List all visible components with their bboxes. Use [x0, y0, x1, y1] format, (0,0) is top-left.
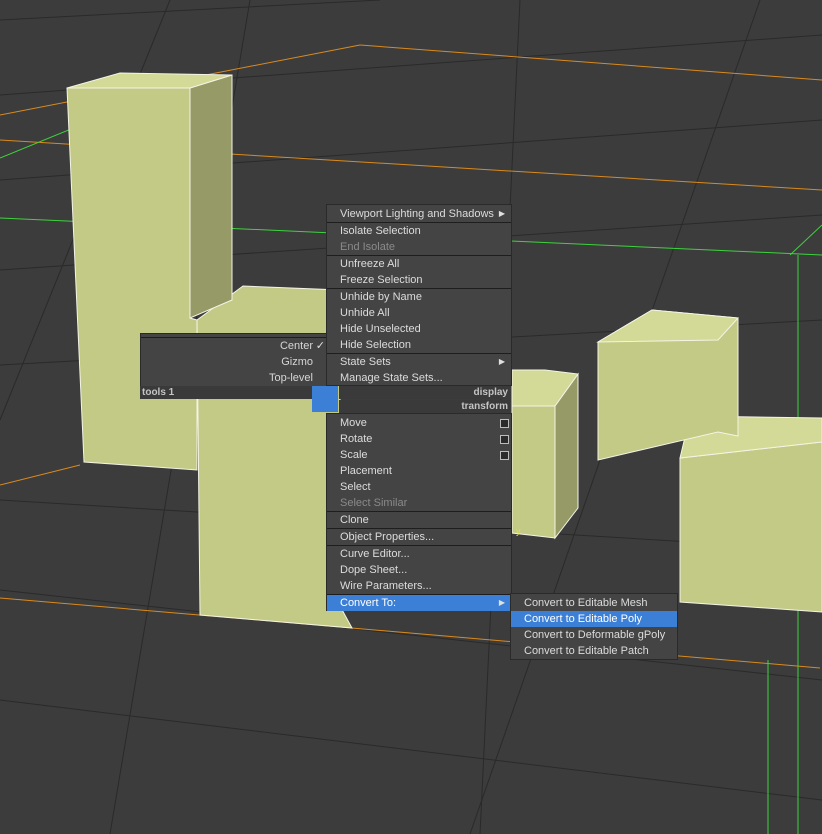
menu-item-object-properties[interactable]: Object Properties...	[327, 529, 511, 545]
menu-item-gizmo[interactable]: Gizmo	[141, 354, 327, 370]
menu-item-center[interactable]: Center ✓	[141, 338, 327, 354]
menu-item-viewport-lighting[interactable]: Viewport Lighting and Shadows ▶	[327, 206, 511, 222]
quad-bar-transform[interactable]: transform	[339, 400, 510, 413]
convert-to-submenu: Convert to Editable Mesh Convert to Edit…	[510, 593, 678, 660]
submenu-arrow-icon: ▶	[498, 357, 505, 366]
quad-bar-tools1[interactable]: tools 1	[140, 386, 326, 399]
menu-item-isolate-selection[interactable]: Isolate Selection	[327, 223, 511, 239]
submenu-arrow-icon: ▶	[498, 209, 505, 218]
quad-menu-left: Center ✓ Gizmo Top-level	[140, 333, 328, 387]
menu-item-rotate[interactable]: Rotate	[327, 431, 511, 447]
menu-item-unhide-by-name[interactable]: Unhide by Name	[327, 289, 511, 305]
menu-item-unfreeze-all[interactable]: Unfreeze All	[327, 256, 511, 272]
menu-item-top-level[interactable]: Top-level	[141, 370, 327, 386]
menu-item-move[interactable]: Move	[327, 415, 511, 431]
check-icon: ✓	[315, 340, 325, 352]
options-box-icon[interactable]	[500, 435, 509, 444]
quad-label-tools1: tools 1	[142, 387, 175, 398]
menu-item-freeze-selection[interactable]: Freeze Selection	[327, 272, 511, 288]
submenu-arrow-icon: ▶	[498, 598, 505, 607]
quad-menu-top: Viewport Lighting and Shadows ▶ Isolate S…	[326, 204, 512, 386]
menu-item-end-isolate: End Isolate	[340, 241, 396, 253]
menu-item-convert-editable-poly[interactable]: Convert to Editable Poly	[511, 611, 677, 627]
quad-center-handle[interactable]	[312, 386, 338, 412]
menu-item-convert-deformable-gpoly[interactable]: Convert to Deformable gPoly	[511, 627, 677, 643]
menu-item-unhide-all[interactable]: Unhide All	[327, 305, 511, 321]
menu-item-curve-editor[interactable]: Curve Editor...	[327, 546, 511, 562]
menu-item-select-similar: Select Similar	[340, 497, 408, 509]
menu-item-state-sets[interactable]: State Sets ▶	[327, 354, 511, 370]
quad-label-display: display	[473, 387, 508, 398]
menu-item-convert-editable-patch[interactable]: Convert to Editable Patch	[511, 643, 677, 659]
menu-item-convert-editable-mesh[interactable]: Convert to Editable Mesh	[511, 595, 677, 611]
menu-item-hide-unselected[interactable]: Hide Unselected	[327, 321, 511, 337]
options-box-icon[interactable]	[500, 419, 509, 428]
menu-item-dope-sheet[interactable]: Dope Sheet...	[327, 562, 511, 578]
axis-label: y	[516, 526, 521, 536]
menu-item-hide-selection[interactable]: Hide Selection	[327, 337, 511, 353]
menu-item-manage-state-sets[interactable]: Manage State Sets...	[327, 370, 511, 386]
menu-item-placement[interactable]: Placement	[327, 463, 511, 479]
quad-menu-bottom: Move Rotate Scale Placement Select Selec…	[326, 413, 512, 611]
menu-item-select[interactable]: Select	[327, 479, 511, 495]
options-box-icon[interactable]	[500, 451, 509, 460]
quad-bar-display[interactable]: display	[339, 386, 510, 399]
menu-item-scale[interactable]: Scale	[327, 447, 511, 463]
menu-item-clone[interactable]: Clone	[327, 512, 511, 528]
menu-item-wire-parameters[interactable]: Wire Parameters...	[327, 578, 511, 594]
quad-label-transform: transform	[461, 401, 508, 412]
menu-item-convert-to[interactable]: Convert To: ▶	[327, 595, 511, 611]
